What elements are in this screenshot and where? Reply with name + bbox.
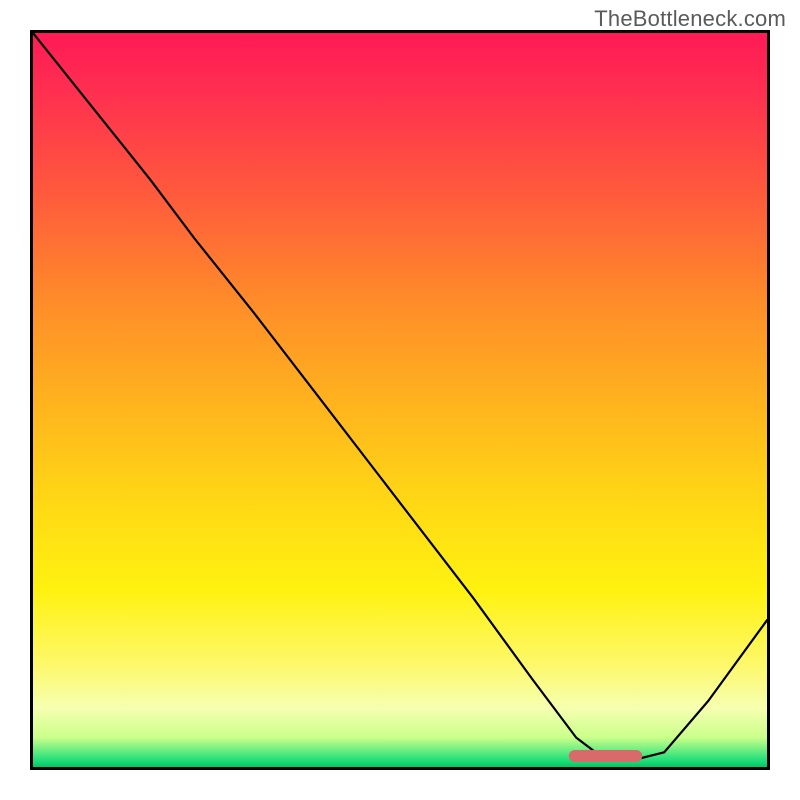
chart-container: TheBottleneck.com — [0, 0, 800, 800]
watermark-text: TheBottleneck.com — [594, 6, 786, 32]
plot-frame — [30, 30, 770, 770]
chart-overlay-svg — [33, 33, 767, 767]
bottleneck-curve — [33, 33, 767, 760]
optimal-range-marker — [569, 750, 642, 762]
